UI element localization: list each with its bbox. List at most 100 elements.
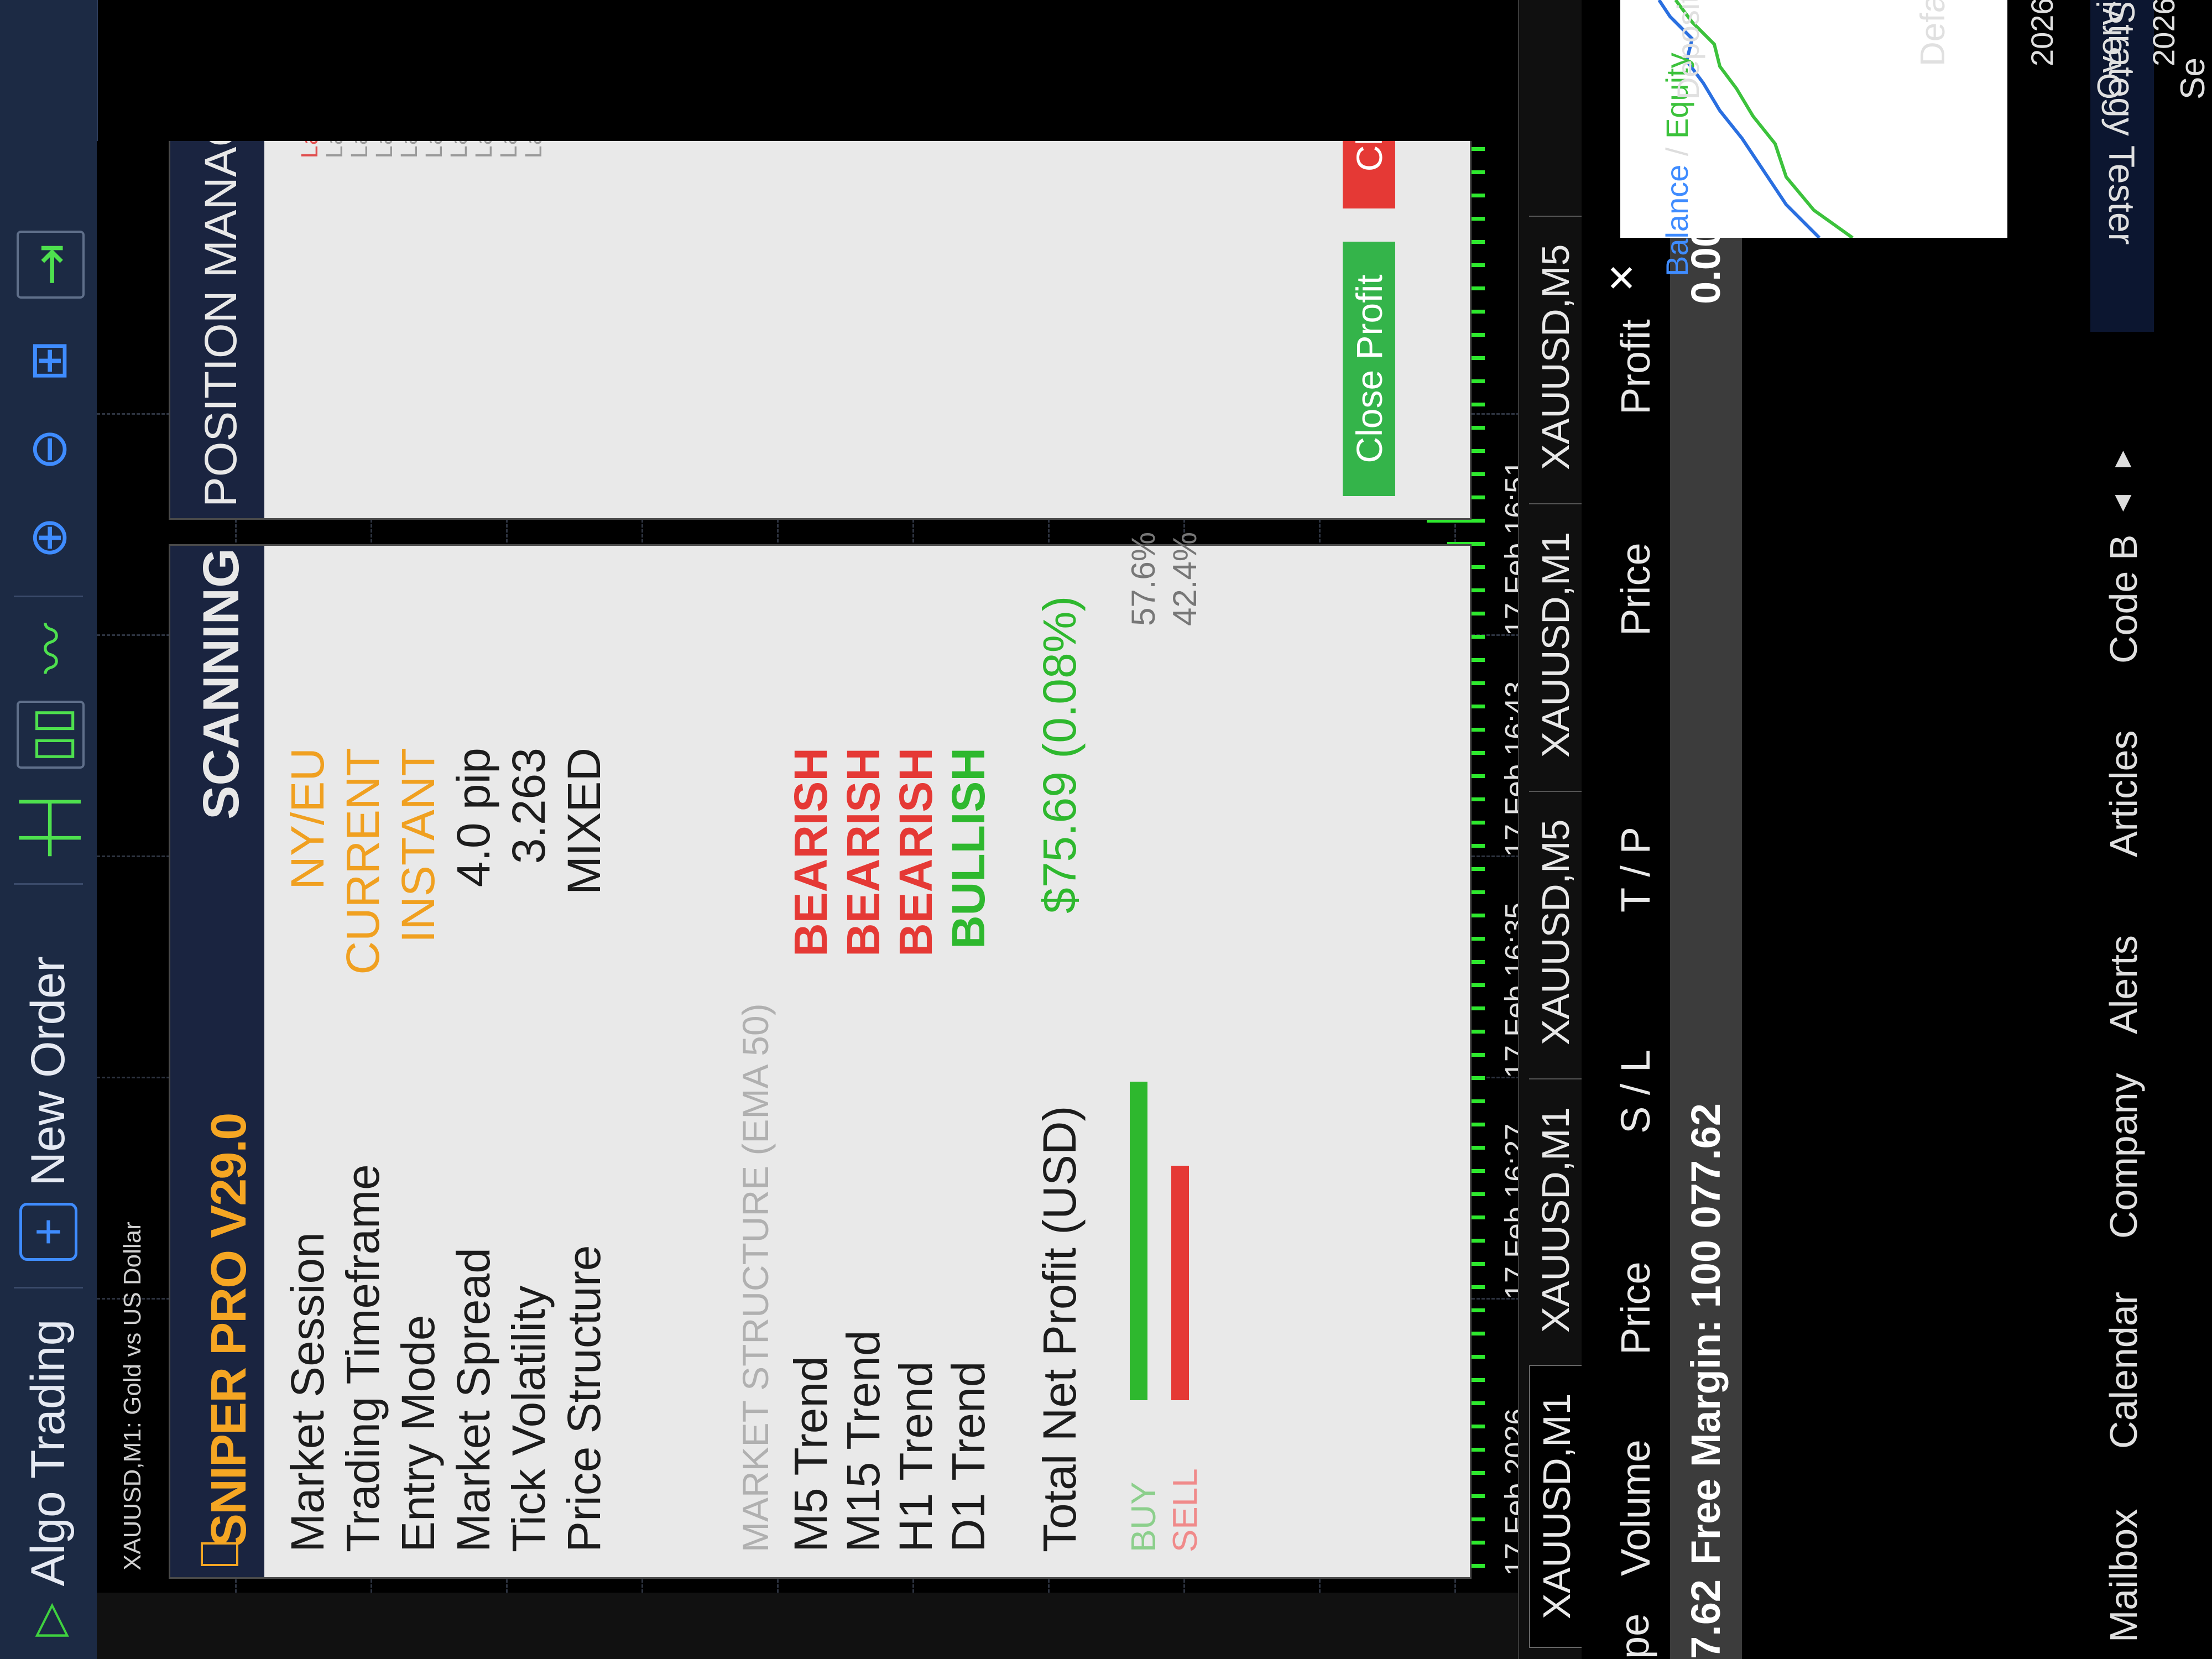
overview-tab[interactable]: Overview [2090, 0, 2130, 100]
zoom-in-icon[interactable]: ⊕ [17, 506, 80, 570]
position-manager-panel: POSITION MANAGER LabelLabelLabelLabelLab… [169, 141, 1472, 520]
sniper-pro-panel: SNIPER PRO V29.0 SCANNING Market Session… [169, 532, 1472, 1579]
column-header[interactable]: Volume [1612, 1439, 1659, 1576]
posman-label: Label [422, 141, 447, 159]
trend-value: BEARISH [837, 748, 889, 957]
new-order-label: New Order [22, 956, 75, 1186]
buy-bar-track [1130, 847, 1147, 1400]
profit-value: $75.69 (0.08%) [1034, 596, 1086, 914]
close-profit-button[interactable]: Close Profit [1343, 242, 1395, 496]
posman-label: Label [472, 141, 497, 159]
new-order-button[interactable]: + New Order [11, 956, 86, 1261]
posman-label: Label [447, 141, 472, 159]
toolbar-separator [14, 883, 83, 885]
buy-percent: 57.6% [1125, 531, 1162, 626]
tab-symbol[interactable]: XAUUSD,M5 [1529, 790, 1582, 1073]
toolbox-tab[interactable]: Mailbox [2101, 1509, 2146, 1642]
sniper-header: SNIPER PRO V29.0 SCANNING [170, 546, 264, 1577]
chart-title: XAUUSD,M1: Gold vs US Dollar [119, 1222, 146, 1571]
structure-header: MARKET STRUCTURE (EMA 50) [735, 1003, 776, 1552]
date-label-2: 2026. [2146, 0, 2181, 66]
trend-value: BULLISH [942, 748, 994, 949]
default-label: Default [1914, 0, 1952, 66]
sell-bar-track [1171, 847, 1189, 1400]
sell-bar [1171, 1166, 1189, 1400]
tab-symbol[interactable]: XAUUSD,M1 [1529, 1364, 1583, 1648]
free-margin-row: 7.62 Free Margin: 100 077.62 0.00 [1670, 155, 1742, 1659]
posman-label: Label [298, 141, 323, 159]
sell-percent: 42.4% [1166, 531, 1203, 626]
posman-title: POSITION MANAGER [196, 141, 246, 507]
plus-box-icon: + [19, 1203, 77, 1261]
type-column: pe [1611, 1613, 1657, 1659]
sell-label: SELL [1166, 1468, 1204, 1552]
info-row-label: Price Structure [558, 1245, 610, 1552]
tab-symbol[interactable]: XAUUSD,M1 [1529, 503, 1582, 785]
tab-symbol[interactable]: XAUUSD,M1 [1529, 1078, 1582, 1360]
margin-prefix: 7.62 [1683, 1579, 1729, 1659]
trend-label: H1 Trend [890, 1361, 942, 1552]
algo-trading-label: Algo Trading [22, 1319, 75, 1587]
trend-value: BEARISH [890, 748, 942, 957]
deposit-load-label: Deposit Load [1671, 0, 1705, 100]
info-row-value: 4.0 pip [447, 748, 499, 888]
info-row-label: Tick Volatility [503, 1285, 555, 1552]
tab-symbol[interactable]: XAUUSD,M5 [1529, 215, 1582, 498]
info-row-value: CURRENT [337, 748, 389, 975]
bar-chart-icon[interactable]: ┼┤ [17, 784, 80, 855]
trend-value: BEARISH [785, 748, 837, 957]
play-icon: ▷ [24, 1603, 73, 1637]
posman-label: Label [322, 141, 348, 159]
settings-tab[interactable]: Se [2173, 58, 2212, 100]
zoom-out-icon[interactable]: ⊖ [17, 418, 80, 481]
algo-trading-button[interactable]: ▷ Algo Trading [11, 1319, 86, 1637]
info-row-value: 3.263 [503, 748, 555, 864]
toolbox-tab[interactable]: Articles [2101, 731, 2146, 857]
info-row-value: NY/EU [281, 748, 333, 890]
toolbox-tab[interactable]: Company [2101, 1073, 2146, 1239]
date-label-1: 2026.02.01 [2024, 0, 2060, 66]
terminal-window: ▷ Algo Trading + New Order ┼┤ ▯▯ 〰 ⊕ ⊖ ⊞… [0, 0, 2212, 1659]
free-margin: Free Margin: 100 077.62 [1683, 1103, 1729, 1565]
posman-label: Label [347, 141, 373, 159]
scan-status: SCANNING [193, 548, 249, 820]
info-row-label: Trading Timeframe [337, 1164, 389, 1552]
toolbox-tab[interactable]: Code B [2101, 535, 2146, 664]
sniper-title: SNIPER PRO V29.0 [201, 1113, 257, 1547]
buy-label: BUY [1125, 1481, 1163, 1552]
posman-label: Label [521, 141, 547, 159]
tile-windows-icon[interactable]: ⊞ [17, 329, 80, 393]
posman-header: POSITION MANAGER [170, 141, 264, 518]
legend-balance: Balance [1660, 164, 1694, 276]
candlestick-chart-icon[interactable]: ▯▯ [17, 701, 85, 769]
trade-columns: Volume Price S / L T / P Price Profit [1601, 155, 1667, 1659]
column-header[interactable]: Price [1612, 1261, 1659, 1355]
toolbar-separator [14, 596, 83, 597]
posman-label: Label [497, 141, 522, 159]
info-row-value: INSTANT [392, 748, 444, 943]
info-row-label: Market Session [281, 1232, 333, 1552]
column-header[interactable]: T / P [1612, 827, 1659, 912]
line-chart-icon[interactable]: 〰 [17, 617, 81, 680]
toolbox-tab[interactable]: Calendar [2101, 1292, 2146, 1449]
trend-label: M5 Trend [785, 1356, 837, 1552]
toolbox-tab[interactable]: Alerts [2101, 935, 2146, 1034]
trend-label: M15 Trend [837, 1330, 889, 1552]
column-header[interactable]: Profit [1612, 319, 1659, 415]
scroll-left-icon[interactable]: ◂ [2101, 495, 2140, 512]
posman-label: Label [372, 141, 398, 159]
buy-bar [1130, 1082, 1147, 1400]
scroll-right-icon[interactable]: ▸ [2101, 451, 2140, 467]
toolbar-separator [14, 1287, 83, 1288]
column-header[interactable]: Price [1612, 542, 1659, 636]
close-loss-button[interactable]: Close Loss [1343, 141, 1395, 208]
close-tester-icon[interactable]: ✕ [1601, 252, 1642, 293]
main-toolbar: ▷ Algo Trading + New Order ┼┤ ▯▯ 〰 ⊕ ⊖ ⊞… [0, 0, 98, 1659]
symbol-tabs: XAUUSD,M1 XAUUSD,M1 XAUUSD,M5 XAUUSD,M1 XAUU… [1518, 0, 1583, 1659]
posman-label: Label [397, 141, 422, 159]
info-row-value: MIXED [558, 748, 610, 895]
tab-scroll: ◂ ▸ [2096, 437, 2146, 525]
column-header[interactable]: S / L [1612, 1050, 1659, 1134]
info-row-label: Entry Mode [392, 1314, 444, 1552]
auto-scroll-icon[interactable]: ⇥ [17, 231, 85, 299]
